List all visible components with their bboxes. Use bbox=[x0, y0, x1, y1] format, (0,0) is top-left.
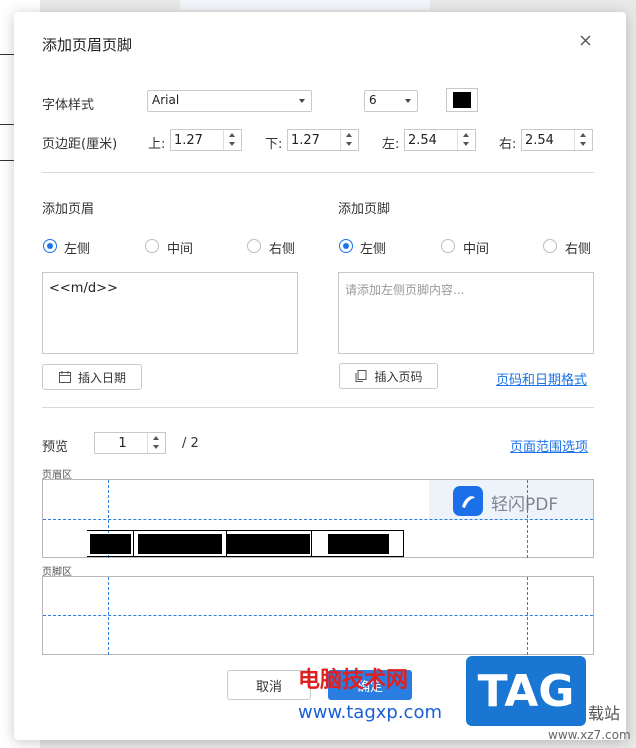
table-border bbox=[133, 530, 134, 557]
margin-guide bbox=[43, 615, 593, 616]
margin-top-label: 上: bbox=[148, 137, 166, 152]
footer-option-left[interactable]: 左侧 bbox=[360, 238, 386, 257]
header-content-textarea[interactable]: <<m/d>> bbox=[42, 272, 298, 354]
arrow-up-icon[interactable] bbox=[346, 133, 352, 137]
preview-label: 预览 bbox=[42, 440, 69, 455]
font-style-label: 字体样式 bbox=[42, 98, 95, 113]
margin-top-input[interactable] bbox=[171, 130, 223, 150]
header-option-center[interactable]: 中间 bbox=[167, 238, 193, 257]
arrow-down-icon[interactable] bbox=[346, 142, 352, 146]
insert-date-button[interactable]: 插入日期 bbox=[42, 364, 142, 390]
margin-right-stepper[interactable] bbox=[521, 129, 593, 151]
margin-bottom-input[interactable] bbox=[288, 130, 340, 150]
preview-page-stepper[interactable] bbox=[94, 432, 166, 454]
logo-text: 轻闪PDF bbox=[491, 495, 559, 515]
insert-page-number-button[interactable]: 插入页码 bbox=[339, 363, 438, 389]
font-color-picker[interactable] bbox=[446, 88, 478, 112]
watermark-corner-text: 载站 bbox=[588, 704, 621, 723]
insert-date-label: 插入日期 bbox=[77, 370, 126, 385]
calendar-icon bbox=[58, 371, 71, 383]
preview-page-input[interactable] bbox=[95, 433, 147, 453]
bg-rule bbox=[0, 160, 14, 161]
preview-total-pages: / 2 bbox=[182, 436, 199, 451]
margin-right-label: 右: bbox=[499, 137, 517, 152]
watermark-site-name: 电脑技术网 bbox=[298, 668, 409, 693]
margin-bottom-label: 下: bbox=[265, 137, 283, 152]
arrow-down-icon[interactable] bbox=[463, 142, 469, 146]
margin-top-stepper[interactable] bbox=[170, 129, 242, 151]
footer-content-textarea[interactable]: 请添加左侧页脚内容... bbox=[338, 272, 594, 354]
stepper-buttons[interactable] bbox=[457, 130, 475, 150]
redacted-cell bbox=[138, 534, 222, 554]
font-family-select[interactable]: Arial bbox=[147, 90, 312, 112]
header-option-right[interactable]: 右侧 bbox=[269, 238, 295, 257]
table-border bbox=[87, 556, 404, 557]
margin-guide bbox=[108, 577, 109, 655]
stepper-buttons[interactable] bbox=[223, 130, 241, 150]
margin-bottom-stepper[interactable] bbox=[287, 129, 359, 151]
font-family-value: Arial bbox=[152, 93, 180, 107]
watermark-site-url: www.tagxp.com bbox=[298, 702, 442, 723]
page-range-options-link[interactable]: 页面范围选项 bbox=[510, 436, 588, 455]
header-footer-dialog: 添加页眉页脚 字体样式 Arial 6 页边距(厘米) 上: 下: 左: 右: … bbox=[14, 12, 626, 740]
table-border bbox=[403, 530, 404, 557]
footer-option-right[interactable]: 右侧 bbox=[565, 238, 591, 257]
bg-rule bbox=[0, 124, 14, 125]
footer-preview-area bbox=[42, 576, 594, 655]
margin-right-input[interactable] bbox=[522, 130, 574, 150]
margin-left-stepper[interactable] bbox=[404, 129, 476, 151]
bg-app-header bbox=[180, 0, 430, 10]
margin-left-input[interactable] bbox=[405, 130, 457, 150]
margin-guide bbox=[43, 519, 593, 520]
footer-section-title: 添加页脚 bbox=[338, 202, 391, 217]
margin-label: 页边距(厘米) bbox=[42, 137, 118, 152]
app-logo-icon bbox=[453, 486, 483, 516]
redacted-cell bbox=[328, 534, 389, 554]
stepper-buttons[interactable] bbox=[574, 130, 592, 150]
stepper-buttons[interactable] bbox=[340, 130, 358, 150]
insert-page-number-label: 插入页码 bbox=[374, 369, 423, 384]
divider bbox=[42, 172, 594, 173]
header-preview-area: 轻闪PDF bbox=[42, 479, 594, 558]
color-swatch bbox=[453, 92, 471, 108]
dialog-title: 添加页眉页脚 bbox=[42, 36, 133, 54]
redacted-cell bbox=[227, 534, 310, 554]
watermark-corner-url: www.xz7.com bbox=[548, 728, 631, 742]
bg-rule bbox=[0, 54, 14, 55]
redacted-cell bbox=[90, 534, 131, 554]
margin-guide bbox=[527, 577, 528, 655]
arrow-down-icon[interactable] bbox=[153, 445, 159, 449]
divider bbox=[42, 407, 594, 408]
header-option-left[interactable]: 左侧 bbox=[64, 238, 90, 257]
arrow-up-icon[interactable] bbox=[153, 436, 159, 440]
arrow-down-icon[interactable] bbox=[229, 142, 235, 146]
font-size-value: 6 bbox=[369, 93, 377, 107]
footer-radio-center[interactable] bbox=[441, 239, 455, 253]
chevron-down-icon bbox=[299, 99, 305, 103]
table-border bbox=[87, 530, 404, 531]
footer-option-center[interactable]: 中间 bbox=[463, 238, 489, 257]
header-radio-center[interactable] bbox=[145, 239, 159, 253]
arrow-down-icon[interactable] bbox=[580, 142, 586, 146]
chevron-down-icon bbox=[405, 99, 411, 103]
header-section-title: 添加页眉 bbox=[42, 202, 95, 217]
margin-guide bbox=[527, 480, 528, 558]
footer-radio-right[interactable] bbox=[543, 239, 557, 253]
table-border bbox=[311, 530, 312, 557]
footer-radio-left[interactable] bbox=[339, 239, 353, 253]
page-copy-icon bbox=[355, 370, 367, 382]
page-date-format-link[interactable]: 页码和日期格式 bbox=[496, 369, 587, 388]
watermark-tag-logo: TAG bbox=[466, 656, 586, 726]
stepper-buttons[interactable] bbox=[147, 433, 165, 453]
arrow-up-icon[interactable] bbox=[463, 133, 469, 137]
arrow-up-icon[interactable] bbox=[580, 133, 586, 137]
arrow-up-icon[interactable] bbox=[229, 133, 235, 137]
margin-left-label: 左: bbox=[382, 137, 400, 152]
font-size-select[interactable]: 6 bbox=[364, 90, 418, 112]
header-radio-right[interactable] bbox=[247, 239, 261, 253]
header-radio-left[interactable] bbox=[43, 239, 57, 253]
logo-banner: 轻闪PDF bbox=[429, 480, 593, 520]
close-icon[interactable] bbox=[575, 30, 597, 52]
